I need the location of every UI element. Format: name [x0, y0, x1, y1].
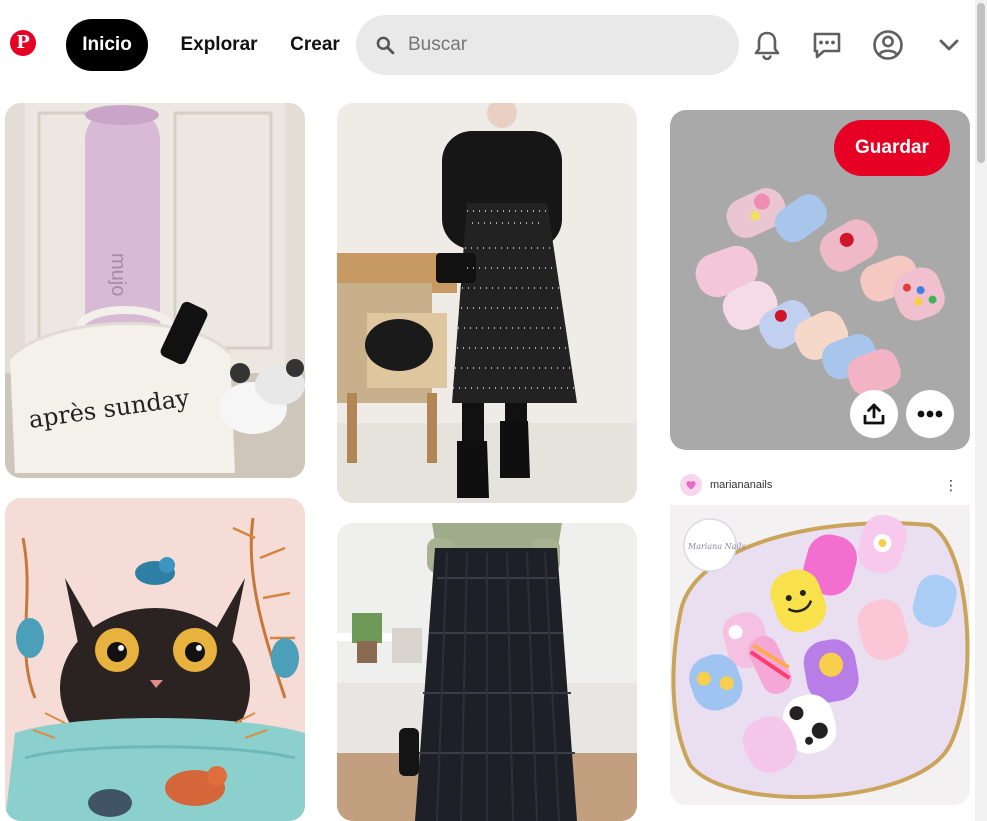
pin-image — [5, 498, 305, 821]
creator-avatar[interactable] — [680, 474, 702, 496]
account-menu-button[interactable] — [928, 24, 970, 66]
pin-nail-art-card[interactable]: mariananails ⋮ Mariana Nails — [670, 465, 970, 805]
top-navigation-bar: P Inicio Explorar Crear — [0, 0, 975, 90]
search-bar[interactable] — [356, 15, 739, 75]
more-options-button[interactable] — [906, 390, 954, 438]
search-input[interactable] — [408, 34, 708, 56]
pin-creator-header: mariananails ⋮ — [670, 465, 970, 505]
bell-icon — [754, 31, 780, 60]
profile-button[interactable] — [867, 24, 909, 66]
save-button[interactable]: Guardar — [834, 120, 950, 176]
yoga-mat-tag: mujo — [107, 253, 129, 296]
pin-image: Mariana Nails — [670, 505, 970, 805]
more-options-icon — [917, 410, 943, 418]
heart-icon — [686, 480, 696, 490]
scrollbar-thumb[interactable] — [977, 3, 985, 163]
profile-icon — [873, 30, 903, 60]
search-icon — [376, 36, 395, 55]
creator-name[interactable]: mariananails — [710, 479, 772, 491]
pin-cat-illustration[interactable] — [5, 498, 305, 821]
share-icon — [863, 403, 885, 425]
chevron-down-icon — [939, 39, 959, 51]
nav-home-button[interactable]: Inicio — [66, 19, 148, 71]
nav-explore-button[interactable]: Explorar — [170, 19, 268, 71]
messages-button[interactable] — [806, 24, 848, 66]
logo-stamp-text: Mariana Nails — [687, 542, 746, 551]
pin-image — [337, 103, 637, 503]
nav-create-button[interactable]: Crear — [282, 19, 348, 71]
pin-image — [337, 523, 637, 821]
share-button[interactable] — [850, 390, 898, 438]
pin-image: mujo après sunday — [5, 103, 305, 478]
chat-icon — [813, 32, 841, 59]
page-scrollbar[interactable] — [975, 0, 987, 821]
pinterest-logo[interactable]: P — [10, 30, 36, 56]
notifications-button[interactable] — [746, 24, 788, 66]
pin-pleated-skirt[interactable] — [337, 523, 637, 821]
pin-polka-dot-dress[interactable] — [337, 103, 637, 503]
creator-more-icon[interactable]: ⋮ — [944, 477, 958, 494]
pin-tote-bag[interactable]: mujo après sunday — [5, 103, 305, 478]
